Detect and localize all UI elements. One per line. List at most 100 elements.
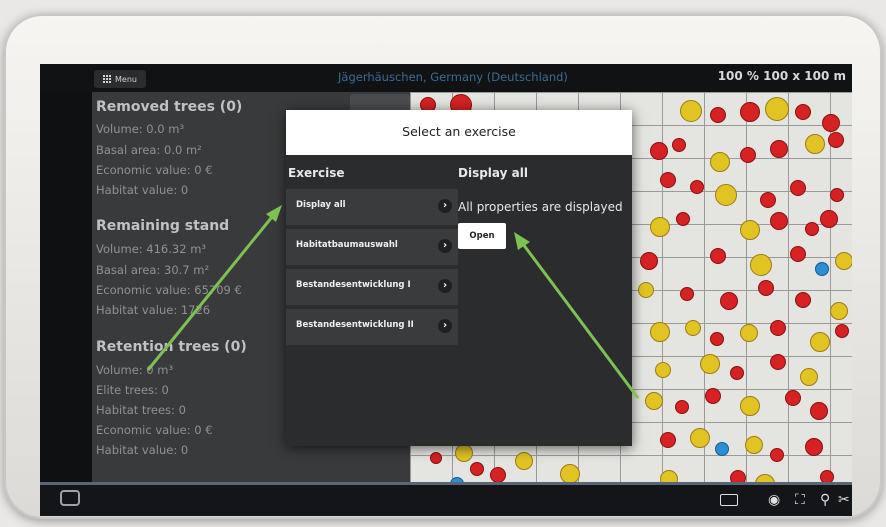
remaining-basal-area: Basal area: 30.7 m² <box>96 263 210 277</box>
tree-marker[interactable] <box>690 428 710 448</box>
tree-marker[interactable] <box>650 142 668 160</box>
tree-marker[interactable] <box>770 140 788 158</box>
tree-marker[interactable] <box>810 402 828 420</box>
tree-marker[interactable] <box>805 134 825 154</box>
tree-marker[interactable] <box>730 470 746 482</box>
tree-marker[interactable] <box>660 172 676 188</box>
retention-volume: Volume: 0 m³ <box>96 363 174 377</box>
chevron-right-icon: › <box>438 199 452 213</box>
tree-marker[interactable] <box>810 332 830 352</box>
retention-habitat-trees: Habitat trees: 0 <box>96 403 186 417</box>
tree-marker[interactable] <box>765 97 789 121</box>
tree-marker[interactable] <box>835 252 852 270</box>
tree-marker[interactable] <box>740 324 758 342</box>
tree-marker[interactable] <box>676 212 690 226</box>
tree-marker[interactable] <box>715 442 729 456</box>
tree-marker[interactable] <box>720 292 738 310</box>
location-pin-icon[interactable]: ⚲ <box>820 492 830 508</box>
tree-marker[interactable] <box>740 220 760 240</box>
scissors-icon[interactable]: ✂ <box>838 492 850 508</box>
tree-marker[interactable] <box>710 332 724 346</box>
tablet-frame: Menu Jägerhäuschen, Germany (Deutschland… <box>4 14 882 519</box>
tree-marker[interactable] <box>710 248 726 264</box>
open-button[interactable]: Open <box>458 223 506 249</box>
tree-marker[interactable] <box>745 436 763 454</box>
tree-marker[interactable] <box>750 254 772 276</box>
tree-marker[interactable] <box>740 147 756 163</box>
tree-marker[interactable] <box>830 188 844 202</box>
exercise-item-habitatbaumauswahl[interactable]: Habitatbaumauswahl › <box>286 229 458 265</box>
layers-icon[interactable] <box>720 494 738 506</box>
tree-marker[interactable] <box>455 444 473 462</box>
tree-marker[interactable] <box>660 470 678 482</box>
chevron-right-icon: › <box>438 319 452 333</box>
menu-label: Menu <box>115 74 137 84</box>
tree-marker[interactable] <box>758 280 774 296</box>
tree-marker[interactable] <box>680 287 694 301</box>
tree-marker[interactable] <box>710 152 730 172</box>
retention-economic-value: Economic value: 0 € <box>96 423 213 437</box>
tree-marker[interactable] <box>715 184 737 206</box>
eye-icon[interactable]: ◉ <box>768 492 780 508</box>
tree-marker[interactable] <box>755 474 775 482</box>
fullscreen-icon[interactable]: ⛶ <box>795 492 805 508</box>
tree-marker[interactable] <box>490 467 506 482</box>
tree-marker[interactable] <box>700 354 720 374</box>
exercise-column-header: Exercise <box>288 166 345 180</box>
remaining-economic-value: Economic value: 65709 € <box>96 283 242 297</box>
top-bar: Menu Jägerhäuschen, Germany (Deutschland… <box>40 64 852 92</box>
tree-marker[interactable] <box>830 302 848 320</box>
back-icon[interactable] <box>60 490 80 506</box>
tree-marker[interactable] <box>675 400 689 414</box>
dialog-title: Select an exercise <box>402 124 516 139</box>
tree-marker[interactable] <box>790 180 806 196</box>
tree-marker[interactable] <box>770 448 784 462</box>
tree-marker[interactable] <box>785 390 801 406</box>
removed-volume: Volume: 0.0 m³ <box>96 122 185 136</box>
tree-marker[interactable] <box>828 132 844 148</box>
tree-marker[interactable] <box>800 368 818 386</box>
tree-marker[interactable] <box>685 320 701 336</box>
tree-marker[interactable] <box>770 354 786 370</box>
tree-marker[interactable] <box>760 192 776 208</box>
exercise-item-bestandesentwicklung-1[interactable]: Bestandesentwicklung I › <box>286 269 458 305</box>
exercise-item-label: Habitatbaumauswahl <box>296 240 398 250</box>
tree-marker[interactable] <box>705 388 721 404</box>
tree-marker[interactable] <box>638 282 654 298</box>
tree-marker[interactable] <box>660 432 676 448</box>
tree-marker[interactable] <box>560 464 580 482</box>
tree-marker[interactable] <box>805 438 823 456</box>
tree-marker[interactable] <box>740 102 760 122</box>
grid-icon <box>103 75 112 83</box>
tree-marker[interactable] <box>672 138 686 152</box>
tree-marker[interactable] <box>820 470 834 482</box>
chevron-right-icon: › <box>438 239 452 253</box>
tree-marker[interactable] <box>470 462 484 476</box>
tree-marker[interactable] <box>805 222 819 236</box>
tree-marker[interactable] <box>795 292 811 308</box>
tree-marker[interactable] <box>655 362 671 378</box>
exercise-item-bestandesentwicklung-2[interactable]: Bestandesentwicklung II › <box>286 309 458 345</box>
tree-marker[interactable] <box>730 366 744 380</box>
chevron-right-icon: › <box>438 279 452 293</box>
menu-button[interactable]: Menu <box>94 70 146 88</box>
tree-marker[interactable] <box>650 217 670 237</box>
tree-marker[interactable] <box>820 210 838 228</box>
tree-marker[interactable] <box>795 104 811 120</box>
tree-marker[interactable] <box>680 100 702 122</box>
tree-marker[interactable] <box>770 212 788 230</box>
tree-marker[interactable] <box>835 324 849 338</box>
tree-marker[interactable] <box>822 114 840 132</box>
tree-marker[interactable] <box>650 322 670 342</box>
tree-marker[interactable] <box>690 180 704 194</box>
tree-marker[interactable] <box>740 396 760 416</box>
tree-marker[interactable] <box>770 320 786 336</box>
tree-marker[interactable] <box>515 452 533 470</box>
tree-marker[interactable] <box>430 452 442 464</box>
exercise-item-display-all[interactable]: Display all › <box>286 189 458 225</box>
tree-marker[interactable] <box>815 262 829 276</box>
tree-marker[interactable] <box>645 392 663 410</box>
tree-marker[interactable] <box>640 252 658 270</box>
tree-marker[interactable] <box>790 246 806 262</box>
tree-marker[interactable] <box>710 107 726 123</box>
